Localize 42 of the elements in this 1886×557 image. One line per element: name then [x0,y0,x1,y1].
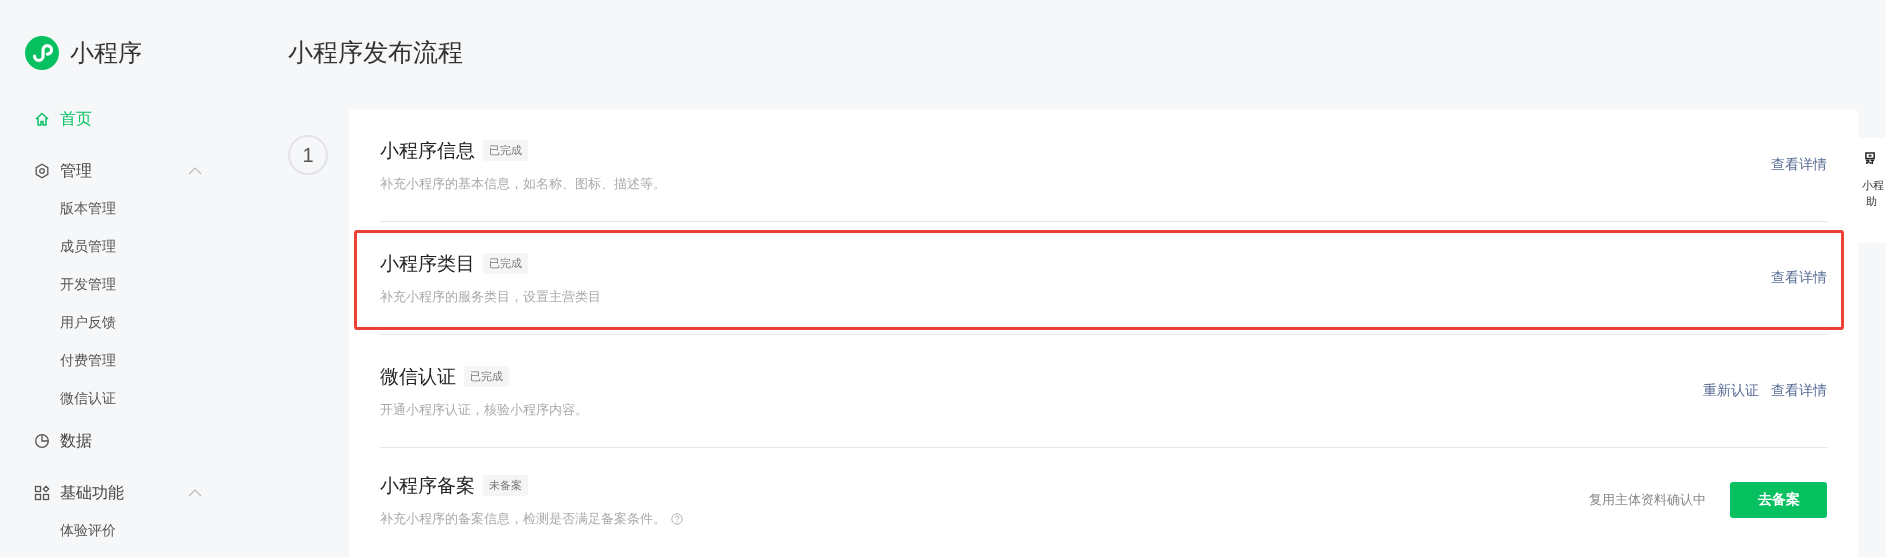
status-badge: 已完成 [483,253,528,274]
step-number: 1 [288,135,328,175]
chevron-icon[interactable] [188,489,202,497]
details-link[interactable]: 查看详情 [1771,382,1827,400]
home-icon [34,111,50,127]
chevron-icon[interactable] [188,167,202,175]
details-link[interactable]: 查看详情 [1771,269,1827,287]
nav-subitem[interactable]: 付费管理 [0,342,260,380]
details-link[interactable]: 查看详情 [1771,156,1827,174]
panel-label: 小程 [1862,178,1884,193]
panel-label: 助 [1865,194,1877,209]
nav-subitem[interactable]: 成员管理 [0,228,260,266]
nav-subitem[interactable]: 开发管理 [0,266,260,304]
assistant-panel[interactable]: 小程 助 [1858,138,1886,243]
nav-item[interactable]: 管理 [0,152,260,190]
grid-icon [34,485,50,501]
step-description: 补充小程序的备案信息，检测是否满足备案条件。 [380,510,666,528]
step-title: 小程序信息 [380,138,475,163]
nav-item[interactable]: 数据 [0,422,260,460]
step-description: 开通小程序认证，核验小程序内容。 [380,401,588,419]
logo-icon [25,36,59,70]
settings-icon [34,163,50,179]
qr-code-icon [1865,152,1876,165]
help-icon[interactable] [671,513,683,525]
nav-subitem[interactable]: 微信认证 [0,380,260,418]
nav-subitem[interactable]: 用户反馈 [0,304,260,342]
step-title: 微信认证 [380,364,456,389]
step-title: 小程序类目 [380,251,475,276]
step-description: 补充小程序的服务类目，设置主营类目 [380,288,601,306]
nav-item[interactable]: 基础功能 [0,474,260,512]
step-description: 补充小程序的基本信息，如名称、图标、描述等。 [380,175,666,193]
page-title: 小程序发布流程 [288,37,464,68]
nav-subitem[interactable]: 版本管理 [0,190,260,228]
status-badge: 已完成 [483,140,528,161]
details-link[interactable]: 重新认证 [1703,382,1759,400]
step-title: 小程序备案 [380,473,475,498]
nav-subitem[interactable]: 体验评价 [0,512,260,550]
status-badge: 未备案 [483,475,528,496]
pie-chart-icon [34,433,50,449]
status-note: 复用主体资料确认中 [1589,491,1706,509]
brand-name: 小程序 [70,38,142,68]
status-badge: 已完成 [464,366,509,387]
